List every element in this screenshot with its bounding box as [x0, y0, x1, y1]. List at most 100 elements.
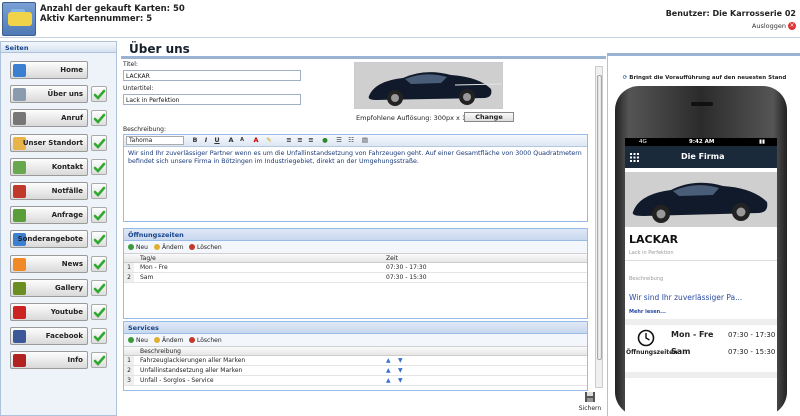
underline-button[interactable]: U [212, 136, 222, 145]
bold-button[interactable]: B [190, 136, 200, 145]
sidebar-title: Seiten [1, 42, 116, 53]
font-select[interactable]: Tahoma [126, 136, 184, 145]
sidebar-item-gallery[interactable]: Gallery [10, 278, 107, 297]
sidebar-button[interactable]: Anruf [10, 109, 88, 128]
numbered-list-icon[interactable]: ☷ [346, 136, 356, 145]
sidebar-button[interactable]: Über uns [10, 85, 88, 104]
sidebar-item-home[interactable]: Home [10, 61, 106, 79]
highlight-color-button[interactable]: ✎ [264, 136, 274, 145]
table-row[interactable]: 1 Mon - Fre 07:30 - 17:30 [124, 263, 587, 273]
sidebar-button[interactable]: Info [10, 351, 88, 370]
sidebar-item-anruf[interactable]: Anruf [10, 109, 107, 128]
sidebar-item-news[interactable]: News [10, 254, 107, 273]
title-input[interactable]: LACKAR [123, 70, 301, 81]
move-up-icon[interactable]: ▲ [386, 357, 391, 364]
visibility-checkbox[interactable] [91, 158, 107, 175]
sidebar-button[interactable]: Unser Standort [10, 133, 88, 152]
move-down-icon[interactable]: ▼ [398, 377, 403, 384]
read-more-link[interactable]: Mehr lesen... [629, 309, 666, 315]
sidebar-item-über-uns[interactable]: Über uns [10, 85, 107, 104]
sidebar-button[interactable]: Kontakt [10, 157, 88, 176]
source-edit-icon[interactable]: ▤ [360, 136, 370, 145]
hours-new-button[interactable]: Neu [128, 244, 148, 251]
sidebar-item-info[interactable]: Info [10, 351, 107, 370]
description-text[interactable]: Wir sind Ihr zuverlässiger Partner wenn … [124, 147, 587, 169]
move-up-icon[interactable]: ▲ [386, 377, 391, 384]
sidebar-button[interactable]: Youtube [10, 303, 88, 321]
refresh-preview-link[interactable]: ⟳ Bringst die Voraufführung auf den neue… [608, 75, 800, 81]
sidebar-item-notfälle[interactable]: Notfälle [10, 182, 107, 200]
sidebar-item-youtube[interactable]: Youtube [10, 303, 107, 321]
hours-edit-button[interactable]: Ändern [154, 244, 184, 251]
sidebar-item-anfrage[interactable]: Anfrage [10, 206, 107, 225]
phone-nav-title: Die Firma [681, 152, 725, 161]
move-up-icon[interactable]: ▲ [386, 367, 391, 374]
car-icon [13, 88, 26, 102]
scroll-thumb[interactable] [597, 75, 602, 360]
table-row[interactable]: 1 Fahrzeuglackierungen aller Marken ▲ ▼ [124, 356, 587, 366]
move-down-icon[interactable]: ▼ [398, 367, 403, 374]
sidebar-item-label: Sonderangebote [17, 235, 83, 244]
visibility-checkbox[interactable] [91, 86, 107, 103]
services-title: Services [124, 322, 587, 334]
phone-hours-day: Sam [671, 347, 691, 356]
link-icon[interactable]: ● [320, 136, 330, 145]
sidebar-button[interactable]: Sonderangebote [10, 230, 88, 249]
services-edit-button[interactable]: Ändern [154, 337, 184, 344]
check-icon [93, 89, 106, 101]
sidebar-button[interactable]: Gallery [10, 278, 88, 297]
row-day: Sam [140, 274, 154, 281]
sidebar-item-facebook[interactable]: Facebook [10, 327, 107, 346]
visibility-checkbox[interactable] [91, 207, 107, 224]
services-delete-button[interactable]: Löschen [189, 337, 222, 344]
save-button[interactable]: Sichern [575, 391, 605, 416]
sidebar-item-label: Home [60, 66, 83, 74]
sidebar-item-label: Youtube [50, 308, 83, 316]
visibility-checkbox[interactable] [91, 279, 107, 296]
grid-menu-icon[interactable] [630, 153, 639, 162]
sidebar-item-kontakt[interactable]: Kontakt [10, 157, 107, 176]
visibility-checkbox[interactable] [91, 231, 107, 248]
logout-link[interactable]: Ausloggen × [752, 22, 796, 30]
font-size-up-button[interactable]: A [226, 136, 236, 145]
hours-new-label: Neu [136, 244, 148, 251]
table-row[interactable]: 2 Sam 07:30 - 15:30 [124, 273, 587, 283]
main-scrollbar[interactable] [595, 66, 603, 388]
sidebar-button[interactable]: Facebook [10, 327, 88, 346]
move-down-icon[interactable]: ▼ [398, 357, 403, 364]
table-row[interactable]: 2 Unfallinstandsetzung aller Marken ▲ ▼ [124, 366, 587, 376]
visibility-checkbox[interactable] [91, 304, 107, 320]
visibility-checkbox[interactable] [91, 255, 107, 272]
battery-icon: ▮▮ [759, 139, 766, 145]
italic-button[interactable]: I [201, 136, 211, 145]
visibility-checkbox[interactable] [91, 328, 107, 345]
visibility-checkbox[interactable] [91, 110, 107, 127]
check-icon [93, 307, 106, 318]
hours-delete-button[interactable]: Löschen [189, 244, 222, 251]
sidebar-item-unser-standort[interactable]: Unser Standort [10, 133, 107, 152]
visibility-checkbox[interactable] [91, 352, 107, 369]
sidebar-button[interactable]: Notfälle [10, 182, 88, 200]
services-delete-label: Löschen [197, 337, 222, 344]
sidebar-item-label: Info [67, 356, 83, 365]
change-image-button[interactable]: Change [464, 112, 514, 122]
sidebar-item-sonderangebote[interactable]: Sonderangebote [10, 230, 107, 249]
align-left-icon[interactable]: ≡ [284, 136, 294, 145]
font-color-button[interactable]: A [251, 136, 261, 145]
services-new-button[interactable]: Neu [128, 337, 148, 344]
header-image[interactable] [354, 62, 503, 109]
sidebar-button[interactable]: News [10, 254, 88, 273]
visibility-checkbox[interactable] [91, 183, 107, 199]
visibility-checkbox[interactable] [91, 134, 107, 151]
align-center-icon[interactable]: ≡ [295, 136, 305, 145]
font-size-down-button[interactable]: A [237, 136, 247, 145]
subtitle-input[interactable]: Lack in Perfektion [123, 94, 301, 105]
table-row[interactable]: 3 Unfall - Sorglos - Service ▲ ▼ [124, 376, 587, 386]
sidebar-button[interactable]: Anfrage [10, 206, 88, 225]
sidebar-button[interactable]: Home [10, 61, 88, 79]
col-time[interactable]: Zeit [386, 255, 398, 262]
col-days[interactable]: Tag/e [140, 255, 156, 262]
align-right-icon[interactable]: ≡ [306, 136, 316, 145]
bullet-list-icon[interactable]: ☰ [334, 136, 344, 145]
col-description[interactable]: Beschreibung [140, 348, 181, 355]
